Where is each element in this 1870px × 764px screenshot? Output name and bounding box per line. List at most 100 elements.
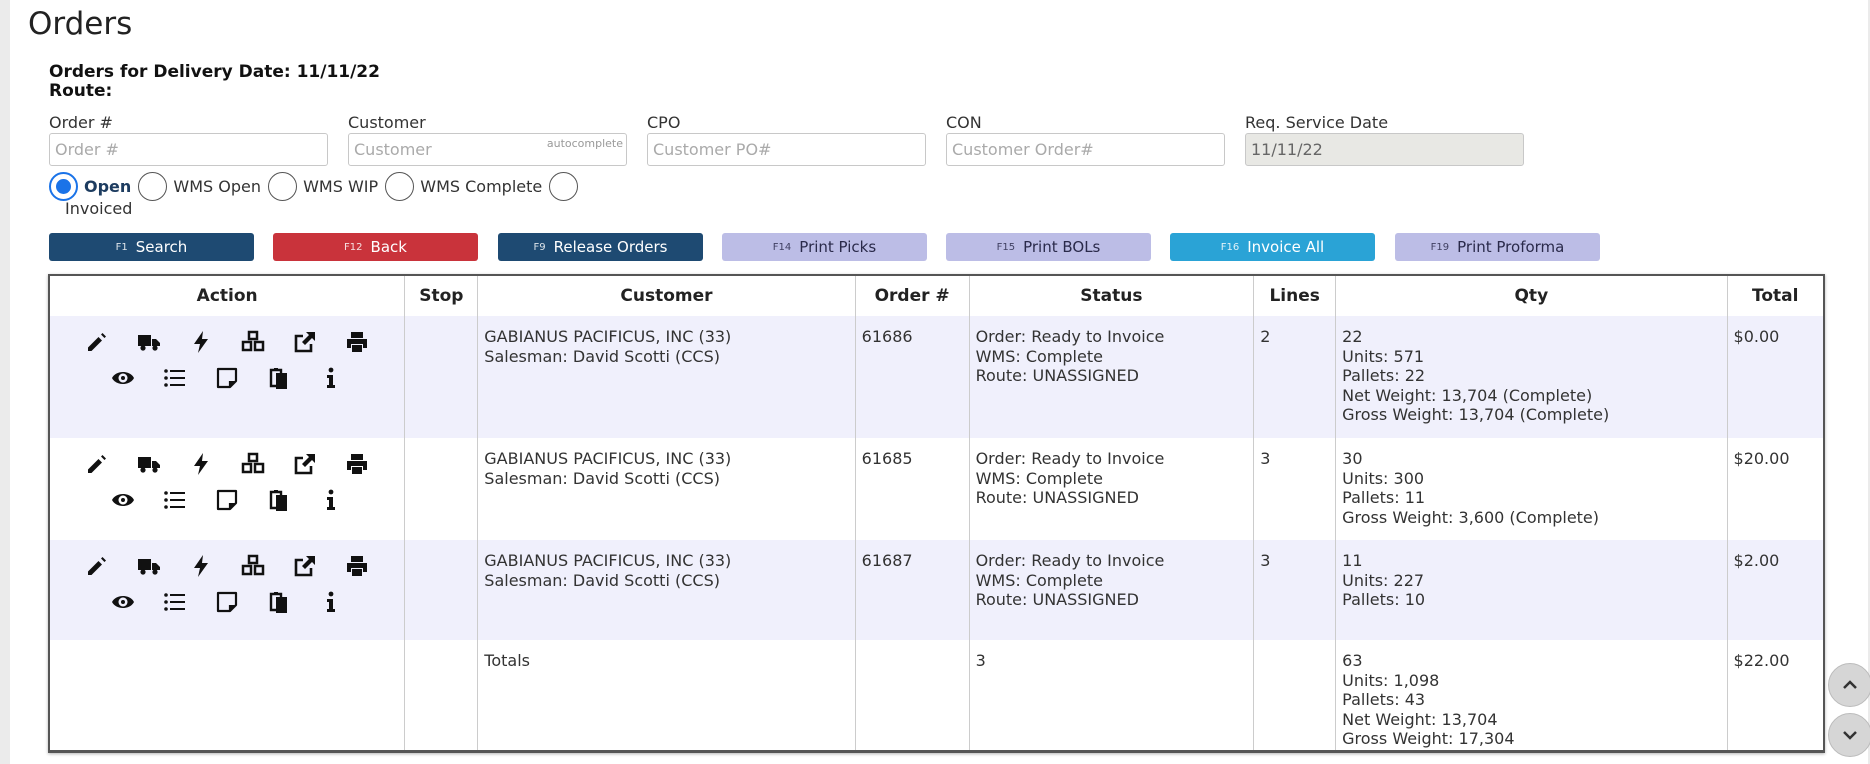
customer-name: GABIANUS PACIFICUS, INC (33) <box>484 449 732 468</box>
back-label: Back <box>370 238 407 256</box>
totals-qty-line: 63 <box>1342 651 1363 670</box>
bolt-icon[interactable] <box>188 330 214 354</box>
external-link-icon[interactable] <box>292 330 318 354</box>
info-icon[interactable] <box>318 366 344 390</box>
boxes-icon[interactable] <box>240 330 266 354</box>
bolt-icon[interactable] <box>188 452 214 476</box>
release-orders-button[interactable]: F9 Release Orders <box>498 233 703 261</box>
truck-icon[interactable] <box>136 452 162 476</box>
external-link-icon[interactable] <box>292 452 318 476</box>
info-icon[interactable] <box>318 590 344 614</box>
order-cell: 61686 <box>855 316 970 438</box>
scroll-down-button[interactable] <box>1828 713 1870 757</box>
eye-icon[interactable] <box>110 590 136 614</box>
copy-icon[interactable] <box>266 590 292 614</box>
back-fkey: F12 <box>344 241 363 253</box>
eye-icon[interactable] <box>110 366 136 390</box>
con-input[interactable] <box>947 134 1224 165</box>
note-icon[interactable] <box>214 488 240 512</box>
totals-lines-cell <box>1253 640 1337 750</box>
service-date-input <box>1246 134 1523 165</box>
list-icon[interactable] <box>162 488 188 512</box>
con-label: CON <box>946 113 982 132</box>
radio-wms-open[interactable]: WMS Open <box>138 172 261 201</box>
note-icon[interactable] <box>214 590 240 614</box>
print-icon[interactable] <box>344 452 370 476</box>
truck-icon[interactable] <box>136 554 162 578</box>
print-icon[interactable] <box>344 330 370 354</box>
invoice-all-label: Invoice All <box>1247 238 1325 256</box>
search-fkey: F1 <box>115 241 128 253</box>
edit-icon[interactable] <box>84 330 110 354</box>
radio-open-circle[interactable] <box>49 172 78 201</box>
copy-icon[interactable] <box>266 366 292 390</box>
print-bols-button[interactable]: F15 Print BOLs <box>946 233 1151 261</box>
radio-wms-wip[interactable]: WMS WIP <box>268 172 378 201</box>
status-cell: Order: Ready to Invoice WMS: Complete Rout… <box>969 540 1255 640</box>
total-cell: $2.00 <box>1727 540 1823 640</box>
table-header-row: Action Stop Customer Order # Status Line… <box>50 276 1823 316</box>
search-button[interactable]: F1 Search <box>49 233 254 261</box>
edit-icon[interactable] <box>84 554 110 578</box>
totals-total: $22.00 <box>1733 651 1790 670</box>
print-proforma-label: Print Proforma <box>1457 238 1565 256</box>
radio-invoiced-circle[interactable] <box>549 172 579 201</box>
total-cell: $20.00 <box>1733 449 1790 468</box>
scroll-up-button[interactable] <box>1828 663 1870 707</box>
list-icon[interactable] <box>162 366 188 390</box>
radio-open[interactable]: Open <box>49 172 131 201</box>
con-field: CON <box>946 113 1225 166</box>
status-cell: Order: Ready to Invoice WMS: Complete Rout… <box>969 316 1255 438</box>
order-input[interactable] <box>50 134 327 165</box>
totals-action-cell <box>50 640 406 750</box>
table-row: GABIANUS PACIFICUS, INC (33) Salesman: D… <box>50 316 1823 438</box>
totals-qty-line: Units: 1,098 <box>1342 670 1440 690</box>
col-status: Status <box>969 276 1255 316</box>
radio-wms-complete-circle[interactable] <box>385 172 415 201</box>
customer-label: Customer <box>348 113 426 132</box>
status-line: Route: UNASSIGNED <box>975 488 1139 507</box>
qty-cell: 22 Units: 571 Pallets: 22 Net Weight: 13,70… <box>1335 316 1728 438</box>
status-radio-group: Open WMS Open WMS WIP WMS Complete <box>49 172 609 205</box>
lines-cell: 2 <box>1253 316 1337 438</box>
print-bols-label: Print BOLs <box>1023 238 1101 256</box>
table-row: GABIANUS PACIFICUS, INC (33) Salesman: D… <box>50 540 1823 640</box>
totals-qty-line: Pallets: 43 <box>1342 690 1426 709</box>
radio-invoiced[interactable] <box>549 172 584 201</box>
qty-line: Units: 227 <box>1342 570 1425 590</box>
chevron-up-icon <box>1843 680 1857 689</box>
radio-wms-wip-circle[interactable] <box>268 172 298 201</box>
bolt-icon[interactable] <box>188 554 214 578</box>
release-fkey: F9 <box>533 241 546 253</box>
totals-qty-cell: 63 Units: 1,098 Pallets: 43 Net Weight: 13,… <box>1335 640 1728 750</box>
back-button[interactable]: F12 Back <box>273 233 478 261</box>
print-picks-button[interactable]: F14 Print Picks <box>722 233 927 261</box>
qty-cell: 30 Units: 300 Pallets: 11 Gross Weight: 3,6… <box>1335 438 1728 540</box>
radio-wms-open-circle[interactable] <box>138 172 168 201</box>
list-icon[interactable] <box>162 590 188 614</box>
truck-icon[interactable] <box>136 330 162 354</box>
salesman-name: Salesman: David Scotti (CCS) <box>484 346 720 366</box>
copy-icon[interactable] <box>266 488 292 512</box>
invoice-all-button[interactable]: F16 Invoice All <box>1170 233 1375 261</box>
cpo-field: CPO <box>647 113 926 166</box>
customer-cell: GABIANUS PACIFICUS, INC (33) Salesman: D… <box>477 316 856 438</box>
salesman-name: Salesman: David Scotti (CCS) <box>484 468 720 488</box>
cpo-input[interactable] <box>648 134 925 165</box>
totals-label: Totals <box>477 640 856 750</box>
edit-icon[interactable] <box>84 452 110 476</box>
order-cell: 61685 <box>855 438 970 540</box>
print-proforma-button[interactable]: F19 Print Proforma <box>1395 233 1600 261</box>
info-icon[interactable] <box>318 488 344 512</box>
col-total: Total <box>1727 276 1823 316</box>
note-icon[interactable] <box>214 366 240 390</box>
eye-icon[interactable] <box>110 488 136 512</box>
print-icon[interactable] <box>344 554 370 578</box>
external-link-icon[interactable] <box>292 554 318 578</box>
boxes-icon[interactable] <box>240 452 266 476</box>
boxes-icon[interactable] <box>240 554 266 578</box>
salesman-name: Salesman: David Scotti (CCS) <box>484 570 720 590</box>
radio-wms-complete[interactable]: WMS Complete <box>385 172 542 201</box>
radio-wms-wip-label: WMS WIP <box>303 177 379 196</box>
stop-cell <box>404 438 479 540</box>
